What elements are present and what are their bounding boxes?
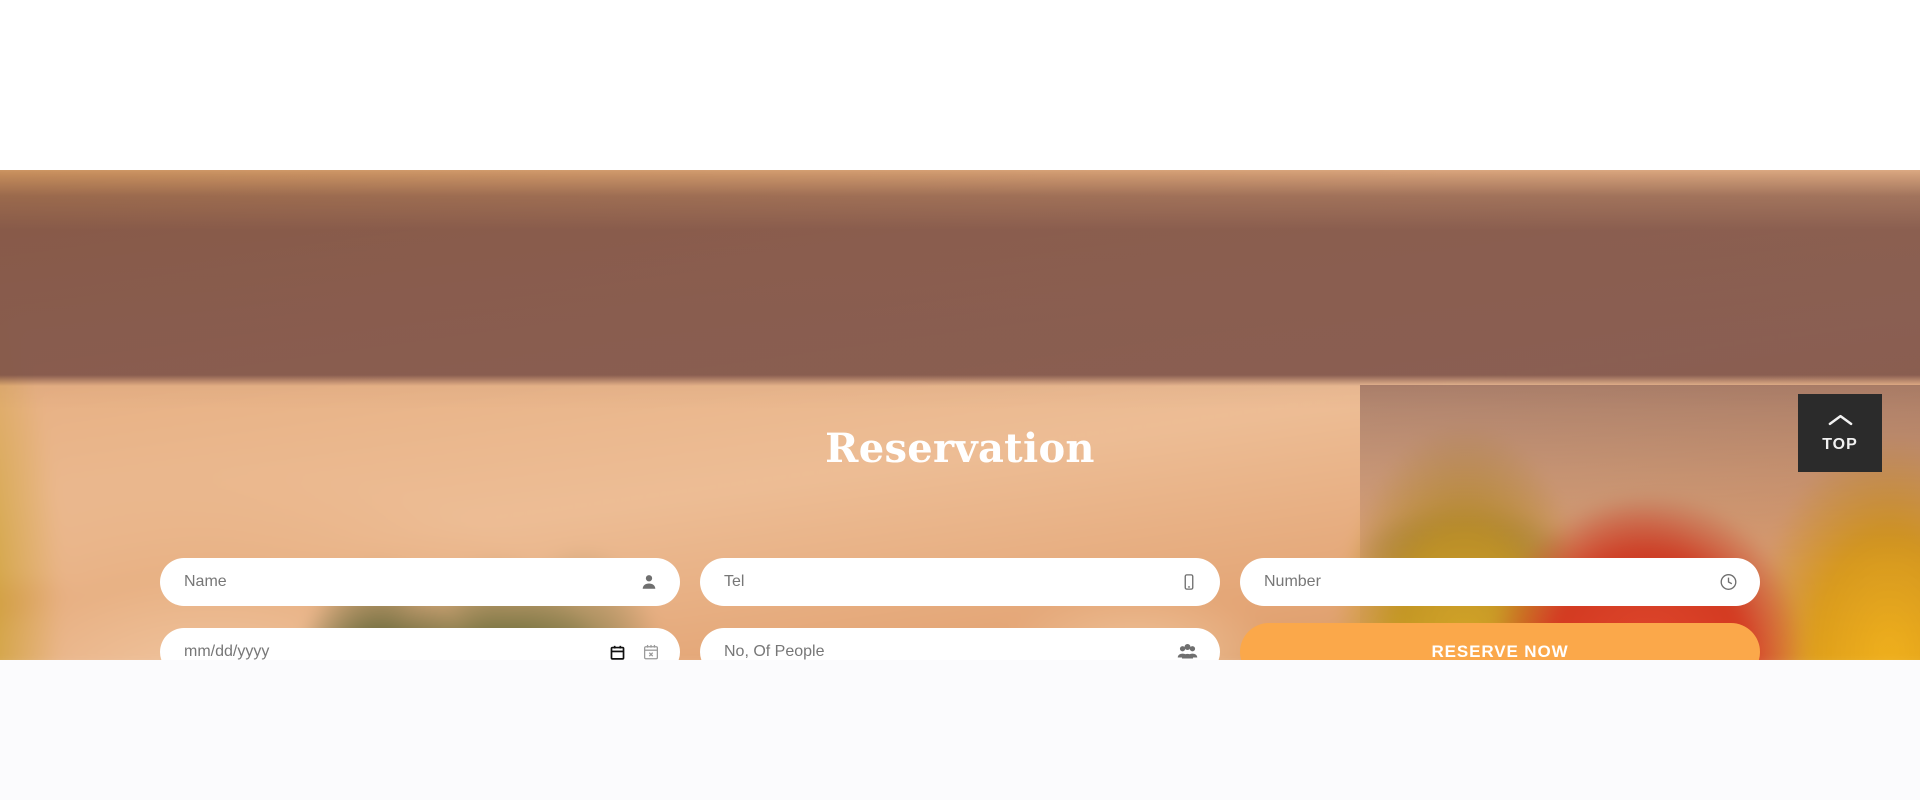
tel-input[interactable] <box>700 558 1220 606</box>
name-input[interactable] <box>160 558 680 606</box>
name-field[interactable] <box>160 558 680 606</box>
date-input[interactable] <box>160 628 680 660</box>
calendar-icon[interactable] <box>609 643 626 660</box>
page-bottom-whitespace <box>0 660 1920 800</box>
back-to-top-button[interactable]: TOP <box>1798 394 1882 472</box>
form-row-1 <box>160 558 1760 606</box>
number-input[interactable] <box>1240 558 1760 606</box>
chevron-up-icon <box>1828 413 1853 427</box>
reservation-form: RESERVE NOW <box>160 558 1760 660</box>
people-input[interactable] <box>700 628 1220 660</box>
calendar-clear-icon[interactable] <box>642 643 660 661</box>
tel-field[interactable] <box>700 558 1220 606</box>
reservation-section: Reservation Name Tel Number mm/dd/yyyy N… <box>0 170 1920 660</box>
page-root: Reservation Name Tel Number mm/dd/yyyy N… <box>0 0 1920 800</box>
reservation-content: Reservation Name Tel Number mm/dd/yyyy N… <box>0 170 1920 660</box>
number-field[interactable] <box>1240 558 1760 606</box>
date-field-icons <box>609 643 660 661</box>
people-field[interactable] <box>700 628 1220 660</box>
back-to-top-label: TOP <box>1822 435 1858 453</box>
page-top-whitespace <box>0 0 1920 170</box>
form-row-2: RESERVE NOW <box>160 623 1760 660</box>
reserve-now-button[interactable]: RESERVE NOW <box>1240 623 1760 660</box>
page-title: Reservation <box>825 425 1095 472</box>
date-field[interactable] <box>160 628 680 660</box>
